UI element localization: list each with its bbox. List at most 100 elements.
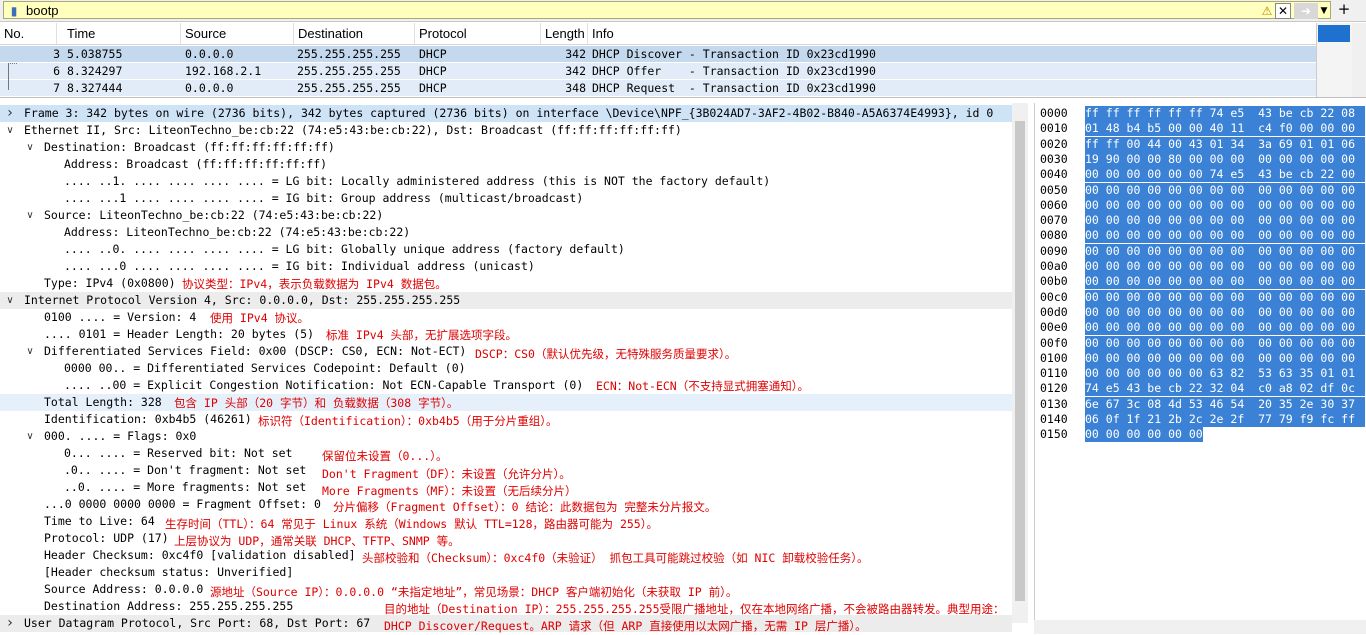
tree-item[interactable]: .... ..00 = Explicit Congestion Notifica… — [0, 377, 1012, 394]
display-filter-text: bootp — [26, 3, 59, 18]
column-header-length[interactable]: Length — [541, 23, 588, 44]
hex-offset: 0050 — [1040, 182, 1068, 197]
packet-bytes-pane: 0000 ff ff ff ff ff ff 74 e5 43 be cb 22 … — [1034, 103, 1366, 623]
hex-bytes: 74 e5 43 be cb 22 32 04 c0 a8 02 df 0c — [1085, 381, 1365, 397]
tree-item[interactable]: .... ...1 .... .... .... .... = IG bit: … — [0, 190, 1012, 207]
hex-row[interactable]: 0120 74 e5 43 be cb 22 32 04 c0 a8 02 df … — [1035, 381, 1365, 397]
hex-row[interactable]: 00e0 00 00 00 00 00 00 00 00 00 00 00 00 … — [1035, 320, 1365, 336]
expanded-chevron-icon[interactable]: ∨ — [4, 122, 16, 139]
tree-item[interactable]: .... ..0. .... .... .... .... = LG bit: … — [0, 241, 1012, 258]
hex-row[interactable]: 00a0 00 00 00 00 00 00 00 00 00 00 00 00 … — [1035, 259, 1365, 274]
packet-list-scrollbar[interactable] — [1352, 23, 1366, 97]
tree-item[interactable]: ∨ 000. .... = Flags: 0x0 — [0, 428, 1012, 445]
tree-item[interactable]: .... ..1. .... .... .... .... = LG bit: … — [0, 173, 1012, 190]
expanded-chevron-icon[interactable]: ∨ — [24, 139, 36, 156]
tree-item[interactable]: Type: IPv4 (0x0800) — [0, 275, 1012, 292]
annotation-note: 上层协议为 UDP，通常关联 DHCP、TFTP、SNMP 等。 — [174, 534, 460, 548]
hex-offset: 0030 — [1040, 151, 1068, 166]
tree-item-label: .... ...1 .... .... .... .... = IG bit: … — [64, 191, 584, 205]
column-header-info[interactable]: Info — [588, 23, 1316, 44]
hex-row[interactable]: 0130 6e 67 3c 08 4d 53 46 54 20 35 2e 30 … — [1035, 396, 1365, 412]
hex-row[interactable]: 0090 00 00 00 00 00 00 00 00 00 00 00 00 … — [1035, 243, 1365, 259]
table-row[interactable]: 7 8.327444 0.0.0.0 255.255.255.255 DHCP 348 DH… — [0, 80, 1316, 96]
hex-row[interactable]: 0060 00 00 00 00 00 00 00 00 00 00 00 00 … — [1035, 197, 1365, 213]
bookmark-icon[interactable]: ▮ — [7, 3, 21, 19]
cell-no: 3 — [53, 47, 60, 61]
annotation-note: 分片偏移（Fragment Offset）：0 结论：此数据包为 完整未分片报文… — [333, 500, 717, 514]
hex-row[interactable]: 0100 00 00 00 00 00 00 00 00 00 00 00 00 … — [1035, 350, 1365, 366]
cell-destination: 255.255.255.255 — [297, 81, 401, 95]
details-scrollbar[interactable] — [1012, 103, 1028, 623]
tree-item[interactable]: 0... .... = Reserved bit: Not set — [0, 445, 1012, 462]
tree-item-label: ...0 0000 0000 0000 = Fragment Offset: 0 — [44, 497, 321, 511]
column-header-protocol[interactable]: Protocol — [415, 23, 541, 44]
table-row[interactable]: 6 8.324297 192.168.2.1 255.255.255.255 DHCP 3… — [0, 63, 1316, 79]
column-header-no[interactable]: No. — [0, 23, 57, 44]
tree-item-label: .... ..00 = Explicit Congestion Notifica… — [64, 378, 584, 392]
bytes-horizontal-scrollbar[interactable] — [1034, 620, 1366, 634]
tree-item[interactable]: ∨ Source: LiteonTechno_be:cb:22 (74:e5:43… — [0, 207, 1012, 224]
expanded-chevron-icon[interactable]: ∨ — [24, 343, 36, 360]
hex-offset: 0090 — [1040, 243, 1068, 258]
annotation-note: 头部校验和（Checksum）：0xc4f0（未验证） 抓包工具可能跳过校验（如… — [362, 551, 869, 565]
tree-item[interactable]: Total Length: 328 — [0, 394, 1012, 411]
collapsed-chevron-icon[interactable]: › — [4, 615, 16, 632]
column-header-destination[interactable]: Destination — [294, 23, 415, 44]
filter-history-chevron-icon[interactable]: ▼ — [1318, 3, 1330, 19]
hex-row[interactable]: 00f0 00 00 00 00 00 00 00 00 00 00 00 00 … — [1035, 335, 1365, 351]
hex-row[interactable]: 00b0 00 00 00 00 00 00 00 00 00 00 00 00 … — [1035, 274, 1365, 290]
tree-item-label: Source: LiteonTechno_be:cb:22 (74:e5:43:… — [44, 208, 384, 222]
tree-item[interactable]: Address: LiteonTechno_be:cb:22 (74:e5:43… — [0, 224, 1012, 241]
expanded-chevron-icon[interactable]: ∨ — [24, 428, 36, 445]
hex-row[interactable]: 0030 19 90 00 00 80 00 00 00 00 00 00 00 … — [1035, 151, 1365, 167]
collapsed-chevron-icon[interactable]: › — [4, 105, 16, 122]
annotation-note: DSCP：CS0（默认优先级，无特殊服务质量要求）。 — [475, 347, 737, 361]
column-header-time[interactable]: Time — [63, 23, 181, 44]
hex-row[interactable]: 0020 ff ff 00 44 00 43 01 34 3a 69 01 01 … — [1035, 136, 1365, 152]
expanded-chevron-icon[interactable]: ∨ — [24, 207, 36, 224]
apply-filter-arrow-icon[interactable]: ➜ — [1294, 3, 1318, 19]
hex-row[interactable]: 0000 ff ff ff ff ff ff 74 e5 43 be cb 22 … — [1035, 106, 1365, 121]
cell-destination: 255.255.255.255 — [297, 47, 401, 61]
tree-item[interactable]: .... ...0 .... .... .... .... = IG bit: … — [0, 258, 1012, 275]
add-filter-button-icon[interactable]: + — [1336, 1, 1352, 17]
hex-row[interactable]: 0070 00 00 00 00 00 00 00 00 00 00 00 00 … — [1035, 213, 1365, 229]
packet-list-minimap[interactable] — [1316, 23, 1353, 97]
hex-row[interactable]: 0050 00 00 00 00 00 00 00 00 00 00 00 00 … — [1035, 182, 1365, 198]
cell-length: 342 — [565, 47, 586, 61]
expanded-chevron-icon[interactable]: ∨ — [4, 292, 16, 309]
tree-item[interactable]: Address: Broadcast (ff:ff:ff:ff:ff:ff) — [0, 156, 1012, 173]
hex-row[interactable]: 0150 00 00 00 00 00 00 — [1035, 427, 1365, 443]
tree-item-label: Total Length: 328 — [44, 395, 162, 409]
tree-item-label: ..0. .... = More fragments: Not set — [64, 480, 307, 494]
column-header-source[interactable]: Source — [181, 23, 294, 44]
tree-item[interactable]: ∨ Destination: Broadcast (ff:ff:ff:ff:ff:… — [0, 139, 1012, 156]
hex-row[interactable]: 0040 00 00 00 00 00 00 74 e5 43 be cb 22 … — [1035, 167, 1365, 183]
hex-row[interactable]: 0110 00 00 00 00 00 00 63 82 53 63 35 01 … — [1035, 366, 1365, 382]
cell-info: DHCP Offer - Transaction ID 0x23cd1990 — [592, 64, 876, 78]
hex-offset: 0150 — [1040, 427, 1068, 442]
tree-item[interactable]: › Frame 3: 342 bytes on wire (2736 bits),… — [0, 105, 1012, 122]
hex-bytes: 00 00 00 00 00 00 00 00 00 00 00 00 00 — [1085, 197, 1365, 213]
annotation-note: 生存时间（TTL）：64 常见于 Linux 系统（Windows 默认 TTL… — [165, 517, 658, 531]
tree-item-label: Time to Live: 64 — [44, 514, 155, 528]
tree-item[interactable]: 0100 .... = Version: 4 — [0, 309, 1012, 326]
cell-time: 8.327444 — [67, 81, 123, 95]
hex-bytes: 00 00 00 00 00 00 00 00 00 00 00 00 00 — [1085, 243, 1365, 259]
display-filter-input[interactable]: ▮ bootp ⚠ ✕ ➜ ▼ — [3, 1, 1331, 19]
clear-filter-icon[interactable]: ✕ — [1275, 3, 1291, 19]
hex-offset: 00d0 — [1040, 304, 1068, 319]
hex-row[interactable]: 00d0 00 00 00 00 00 00 00 00 00 00 00 00 … — [1035, 304, 1365, 320]
cell-protocol: DHCP — [419, 81, 447, 95]
details-scrollbar-thumb[interactable] — [1015, 121, 1025, 601]
tree-item[interactable]: ∨ Ethernet II, Src: LiteonTechno_be:cb:22… — [0, 122, 1012, 139]
hex-row[interactable]: 0140 06 0f 1f 21 2b 2c 2e 2f 77 79 f9 fc … — [1035, 412, 1365, 427]
hex-offset: 0110 — [1040, 366, 1068, 381]
annotation-note: 协议类型：IPv4，表示负载数据为 IPv4 数据包。 — [182, 277, 447, 291]
tree-item[interactable]: ∨ Internet Protocol Version 4, Src: 0.0.0… — [0, 292, 1012, 309]
hex-row[interactable]: 00c0 00 00 00 00 00 00 00 00 00 00 00 00 … — [1035, 289, 1365, 305]
hex-row[interactable]: 0010 01 48 b4 b5 00 00 40 11 c4 f0 00 00 … — [1035, 121, 1365, 137]
tree-item-label: 0000 00.. = Differentiated Services Code… — [64, 361, 466, 375]
hex-row[interactable]: 0080 00 00 00 00 00 00 00 00 00 00 00 00 … — [1035, 228, 1365, 244]
table-row[interactable]: 3 5.038755 0.0.0.0 255.255.255.255 DHCP 342 DH… — [0, 46, 1316, 62]
